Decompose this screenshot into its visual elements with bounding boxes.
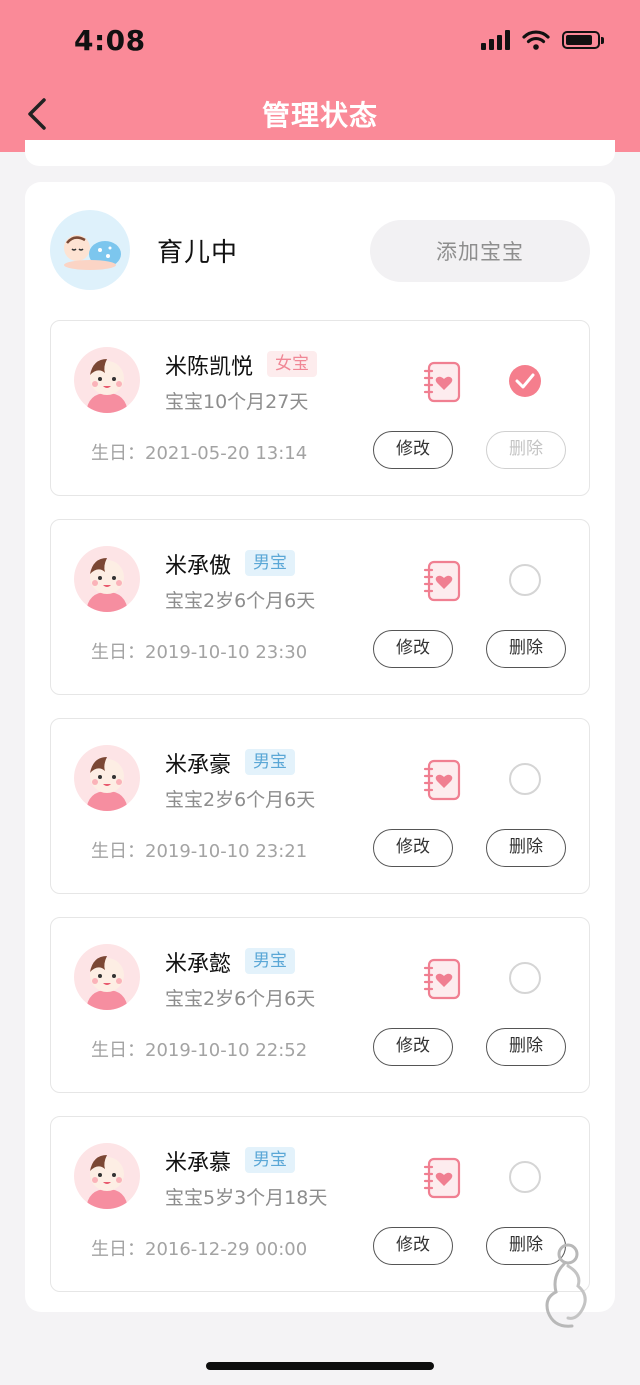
baby-age: 宝宝10个月27天 [165, 391, 309, 413]
delete-button[interactable]: 删除 [486, 431, 566, 469]
baby-card[interactable]: 米承懿 男宝 宝宝2岁6个月6天 生日：2019-10-10 22:52 修改 … [50, 917, 590, 1093]
select-radio[interactable] [509, 365, 541, 397]
baby-age: 宝宝2岁6个月6天 [165, 789, 316, 811]
state-card: 育儿中 添加宝宝 米陈凯悦 女宝 宝宝10个月27天 生日：2021-05-20… [25, 182, 615, 1312]
delete-button[interactable]: 删除 [486, 1028, 566, 1066]
baby-birthday: 生日：2016-12-29 00:00 [91, 1239, 308, 1260]
notebook-heart-icon[interactable] [423, 1157, 461, 1199]
home-indicator [206, 1362, 434, 1370]
baby-avatar-icon [74, 745, 140, 811]
delete-button[interactable]: 删除 [486, 630, 566, 668]
status-bar: 4:08 [0, 0, 640, 80]
pregnant-woman-logo-icon[interactable] [538, 1240, 594, 1332]
edit-button[interactable]: 修改 [373, 829, 453, 867]
baby-avatar-icon [74, 546, 140, 612]
notebook-heart-icon[interactable] [423, 560, 461, 602]
baby-birthday: 生日：2019-10-10 22:52 [91, 1040, 308, 1061]
edit-button[interactable]: 修改 [373, 431, 453, 469]
gender-badge: 男宝 [245, 948, 295, 974]
gender-badge: 男宝 [245, 749, 295, 775]
gender-badge: 男宝 [245, 550, 295, 576]
baby-card[interactable]: 米承豪 男宝 宝宝2岁6个月6天 生日：2019-10-10 23:21 修改 … [50, 718, 590, 894]
baby-avatar-icon [74, 944, 140, 1010]
notebook-heart-icon[interactable] [423, 958, 461, 1000]
baby-name: 米承傲 [165, 554, 232, 579]
delete-button[interactable]: 删除 [486, 829, 566, 867]
baby-age: 宝宝2岁6个月6天 [165, 590, 316, 612]
add-baby-button[interactable]: 添加宝宝 [370, 220, 590, 282]
status-time: 4:08 [74, 24, 146, 57]
baby-birthday: 生日：2021-05-20 13:14 [91, 443, 308, 464]
select-radio[interactable] [509, 962, 541, 994]
gender-badge: 女宝 [267, 351, 317, 377]
previous-card-edge [25, 140, 615, 166]
select-radio[interactable] [509, 1161, 541, 1193]
wifi-icon [522, 30, 550, 50]
battery-icon [562, 31, 604, 49]
baby-name: 米陈凯悦 [165, 355, 254, 380]
edit-button[interactable]: 修改 [373, 1028, 453, 1066]
page-title: 管理状态 [261, 99, 378, 132]
select-radio[interactable] [509, 763, 541, 795]
baby-name: 米承懿 [165, 952, 232, 977]
select-radio[interactable] [509, 564, 541, 596]
edit-button[interactable]: 修改 [373, 1227, 453, 1265]
baby-avatar-icon [74, 347, 140, 413]
gender-badge: 男宝 [245, 1147, 295, 1173]
signal-icon [481, 30, 510, 50]
baby-avatar-icon [74, 1143, 140, 1209]
baby-card[interactable]: 米承慕 男宝 宝宝5岁3个月18天 生日：2016-12-29 00:00 修改… [50, 1116, 590, 1292]
baby-age: 宝宝2岁6个月6天 [165, 988, 316, 1010]
status-icons [481, 30, 604, 50]
baby-birthday: 生日：2019-10-10 23:21 [91, 841, 308, 862]
notebook-heart-icon[interactable] [423, 361, 461, 403]
app-header: 4:08 管理状态 [0, 0, 640, 152]
sleeping-baby-icon [50, 210, 130, 290]
notebook-heart-icon[interactable] [423, 759, 461, 801]
state-title: 育儿中 [157, 238, 239, 268]
baby-card[interactable]: 米陈凯悦 女宝 宝宝10个月27天 生日：2021-05-20 13:14 修改… [50, 320, 590, 496]
baby-name: 米承慕 [165, 1151, 232, 1176]
checkmark-icon [515, 373, 535, 389]
baby-birthday: 生日：2019-10-10 23:30 [91, 642, 308, 663]
baby-card[interactable]: 米承傲 男宝 宝宝2岁6个月6天 生日：2019-10-10 23:30 修改 … [50, 519, 590, 695]
edit-button[interactable]: 修改 [373, 630, 453, 668]
baby-age: 宝宝5岁3个月18天 [165, 1187, 328, 1209]
baby-name: 米承豪 [165, 753, 232, 778]
